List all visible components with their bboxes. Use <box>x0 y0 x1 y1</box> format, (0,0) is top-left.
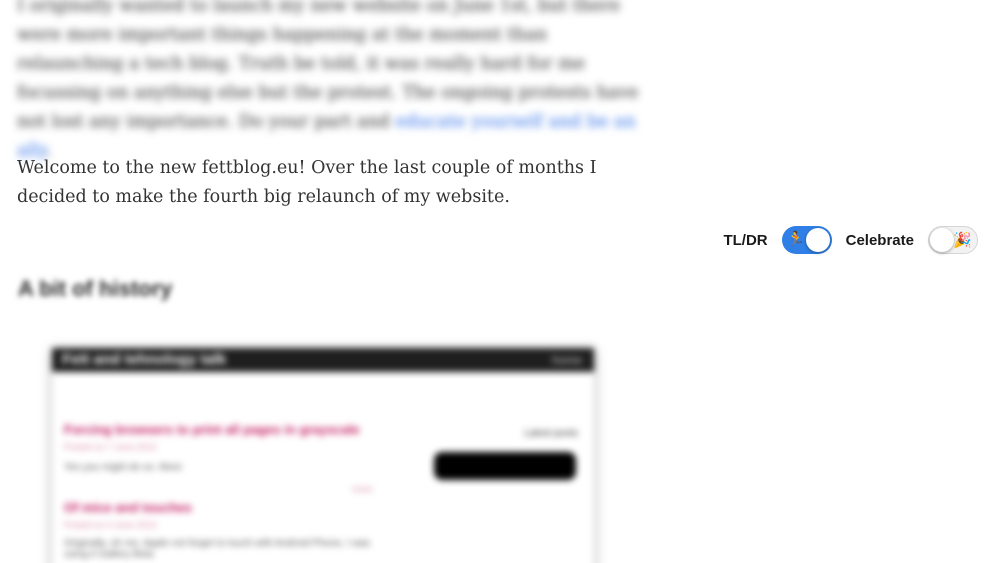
screenshot-titlebar: Fett and tehnology talk home <box>52 348 594 372</box>
celebrate-label: Celebrate <box>845 231 914 249</box>
screenshot-black-button <box>434 452 576 480</box>
section-heading: A bit of history <box>18 276 173 301</box>
screenshot-post-title: Of mice and touches <box>64 500 192 515</box>
screenshot-post-text: Yes you might do so. More <box>64 462 183 473</box>
old-website-screenshot: Fett and tehnology talk home Forcing bro… <box>52 348 594 563</box>
screenshot-more-link: more <box>352 484 373 494</box>
screenshot-body: Forcing browsers to print all pages in g… <box>52 372 594 563</box>
screenshot-post-meta: Posted on 4 June 2012 <box>64 520 157 530</box>
tldr-label: TL/DR <box>723 231 768 249</box>
screenshot-site-title: Fett and tehnology talk <box>62 351 227 368</box>
celebrate-toggle-knob <box>930 228 954 252</box>
screenshot-post-title: Forcing browsers to print all pages in g… <box>64 422 360 437</box>
celebrate-toggle[interactable]: 🎉 <box>928 226 978 254</box>
screenshot-nav: home <box>551 353 582 367</box>
running-person-icon: 🏃 <box>786 230 806 248</box>
intro-paragraph: I originally wanted to launch my new web… <box>17 0 657 166</box>
welcome-paragraph: Welcome to the new fettblog.eu! Over the… <box>17 158 597 207</box>
screenshot-post-meta: Posted on 7 June 2012 <box>64 442 157 452</box>
screenshot-post-text: Originally, oh me, Apple not forget to t… <box>64 538 371 560</box>
toggle-row: TL/DR 🏃 Celebrate 🎉 <box>723 225 978 255</box>
party-popper-icon: 🎉 <box>953 231 972 249</box>
tldr-toggle[interactable]: 🏃 <box>781 226 832 254</box>
screenshot-sidebar-text: Latest posts <box>524 428 578 439</box>
tldr-toggle-knob <box>805 228 830 252</box>
